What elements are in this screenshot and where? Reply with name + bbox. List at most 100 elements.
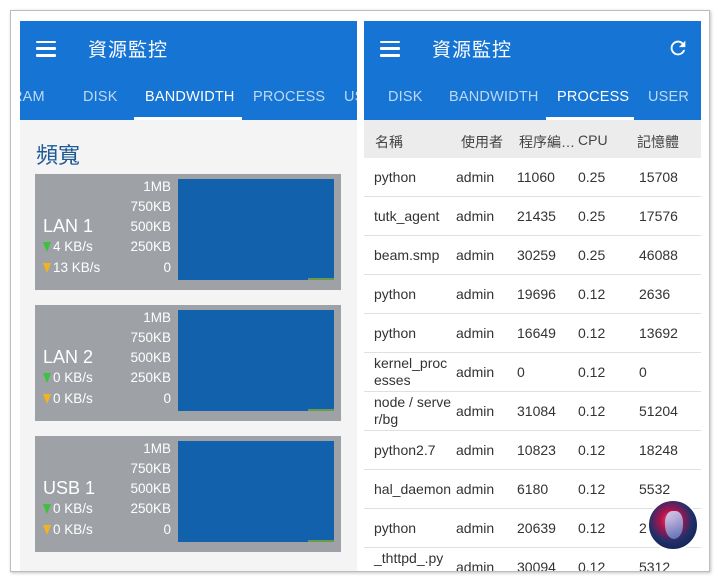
bandwidth-card-lan1[interactable]: 1MB 750KB 500KB 250KB 0 LAN 1 4 KB/s 13 … — [35, 174, 341, 290]
tab-user[interactable]: USER — [344, 76, 357, 120]
scale-label: 250KB — [130, 501, 171, 516]
cell-cpu: 0.12 — [578, 442, 606, 458]
cell-name: python — [374, 325, 417, 341]
cell-name: _thttpd_.py — [374, 550, 444, 566]
refresh-icon[interactable] — [667, 37, 689, 59]
tab-ram[interactable]: RAM — [20, 76, 45, 120]
column-header-name[interactable]: 名稱 — [375, 132, 403, 152]
tab-bandwidth[interactable]: BANDWIDTH — [449, 76, 539, 120]
table-row[interactable]: python admin 11060 0.25 15708 — [364, 158, 701, 197]
cell-memory: 46088 — [639, 247, 678, 263]
cell-cpu: 0.12 — [578, 481, 606, 497]
scale-label: 0 — [163, 522, 171, 537]
bandwidth-graph — [178, 310, 334, 411]
table-row[interactable]: node / server/bg admin 31084 0.12 51204 — [364, 392, 701, 431]
cell-name: beam.smp — [374, 247, 440, 263]
download-arrow-icon — [43, 393, 51, 404]
cell-pid: 0 — [517, 364, 525, 380]
cell-cpu: 0.12 — [578, 286, 606, 302]
cell-user: admin — [456, 520, 495, 536]
screenshot-frame: 資源監控 RAM DISK BANDWIDTH PROCESS USER 頻寬 … — [10, 10, 710, 572]
table-row[interactable]: kernel_processes admin 0 0.12 0 — [364, 353, 701, 392]
tab-process[interactable]: PROCESS — [253, 76, 325, 120]
cell-pid: 30094 — [517, 559, 556, 572]
cell-name: python — [374, 520, 417, 536]
cell-memory: 18248 — [639, 442, 678, 458]
upload-arrow-icon — [43, 241, 51, 252]
process-table-header: 名稱 使用者 程序編… CPU 記憶體 — [364, 120, 701, 158]
cell-memory: 15708 — [639, 169, 678, 185]
cell-pid: 6180 — [517, 481, 549, 497]
cell-name: python — [374, 169, 417, 185]
table-row[interactable]: python admin 16649 0.12 13692 — [364, 314, 701, 353]
scale-label: 250KB — [130, 370, 171, 385]
download-value: 0 KB/s — [53, 522, 93, 537]
tab-process[interactable]: PROCESS — [557, 76, 629, 120]
cell-cpu: 0.12 — [578, 559, 606, 572]
scale-label: 0 — [163, 260, 171, 275]
cell-memory: 51204 — [639, 403, 678, 419]
download-value: 13 KB/s — [53, 260, 101, 275]
cell-cpu: 0.12 — [578, 364, 606, 380]
right-panel: 資源監控 DISK BANDWIDTH PROCESS USER 名稱 使用者 … — [364, 21, 701, 572]
table-row[interactable]: tutk_agent admin 21435 0.25 17576 — [364, 197, 701, 236]
upload-arrow-icon — [43, 372, 51, 383]
cell-name: hal_daemon — [374, 481, 452, 497]
column-header-memory[interactable]: 記憶體 — [637, 132, 679, 152]
cell-memory: 2636 — [639, 286, 671, 302]
cell-memory: 17576 — [639, 208, 678, 224]
hamburger-menu-icon[interactable] — [380, 40, 400, 57]
upload-arrow-icon — [43, 503, 51, 514]
table-row[interactable]: python2.7 admin 10823 0.12 18248 — [364, 431, 701, 470]
cell-user: admin — [456, 208, 495, 224]
interface-name: LAN 2 — [43, 347, 94, 367]
scale-label: 1MB — [143, 310, 171, 325]
hamburger-menu-icon[interactable] — [36, 40, 56, 57]
column-header-pid[interactable]: 程序編… — [519, 132, 575, 152]
bandwidth-card-lan2[interactable]: 1MB 750KB 500KB 250KB 0 LAN 2 0 KB/s 0 K… — [35, 305, 341, 421]
table-row[interactable]: python admin 19696 0.12 2636 — [364, 275, 701, 314]
download-rate: 0 KB/s — [43, 391, 93, 406]
scale-label: 750KB — [130, 461, 171, 476]
scale-label: 500KB — [130, 350, 171, 365]
app-bar: 資源監控 — [364, 21, 701, 76]
tab-disk[interactable]: DISK — [388, 76, 423, 120]
upload-rate: 0 KB/s — [43, 501, 93, 516]
upload-value: 4 KB/s — [53, 239, 93, 254]
bandwidth-graph — [178, 441, 334, 542]
cell-memory: 13692 — [639, 325, 678, 341]
cell-pid: 30259 — [517, 247, 556, 263]
scale-label: 0 — [163, 391, 171, 406]
table-row[interactable]: beam.smp admin 30259 0.25 46088 — [364, 236, 701, 275]
column-header-cpu[interactable]: CPU — [578, 132, 608, 148]
cell-cpu: 0.12 — [578, 403, 606, 419]
upload-value: 0 KB/s — [53, 501, 93, 516]
cell-pid: 31084 — [517, 403, 556, 419]
interface-name: USB 1 — [43, 478, 96, 498]
tab-disk[interactable]: DISK — [83, 76, 118, 120]
tab-bandwidth[interactable]: BANDWIDTH — [145, 76, 235, 120]
cell-name: python2.7 — [374, 442, 436, 458]
cell-memory: 5532 — [639, 481, 671, 497]
app-title: 資源監控 — [88, 40, 169, 61]
table-row[interactable]: hal_daemon admin 6180 0.12 5532 — [364, 470, 701, 509]
download-rate: 13 KB/s — [43, 260, 100, 275]
cell-cpu: 0.12 — [578, 325, 606, 341]
upload-value: 0 KB/s — [53, 370, 93, 385]
table-row[interactable]: _thttpd_.py admin 30094 0.12 5312 — [364, 548, 701, 572]
cell-user: admin — [456, 403, 495, 419]
cell-memory: 2 — [639, 520, 647, 536]
tab-bar: DISK BANDWIDTH PROCESS USER — [364, 76, 701, 120]
cell-user: admin — [456, 559, 495, 572]
column-header-user[interactable]: 使用者 — [461, 132, 503, 152]
cell-user: admin — [456, 325, 495, 341]
cell-user: admin — [456, 169, 495, 185]
avatar[interactable] — [647, 499, 699, 551]
cell-pid: 19696 — [517, 286, 556, 302]
scale-label: 750KB — [130, 330, 171, 345]
bandwidth-card-usb1[interactable]: 1MB 750KB 500KB 250KB 0 USB 1 0 KB/s 0 K… — [35, 436, 341, 552]
download-arrow-icon — [43, 524, 51, 535]
download-value: 0 KB/s — [53, 391, 93, 406]
tab-user[interactable]: USER — [648, 76, 689, 120]
cell-name: python — [374, 286, 417, 302]
